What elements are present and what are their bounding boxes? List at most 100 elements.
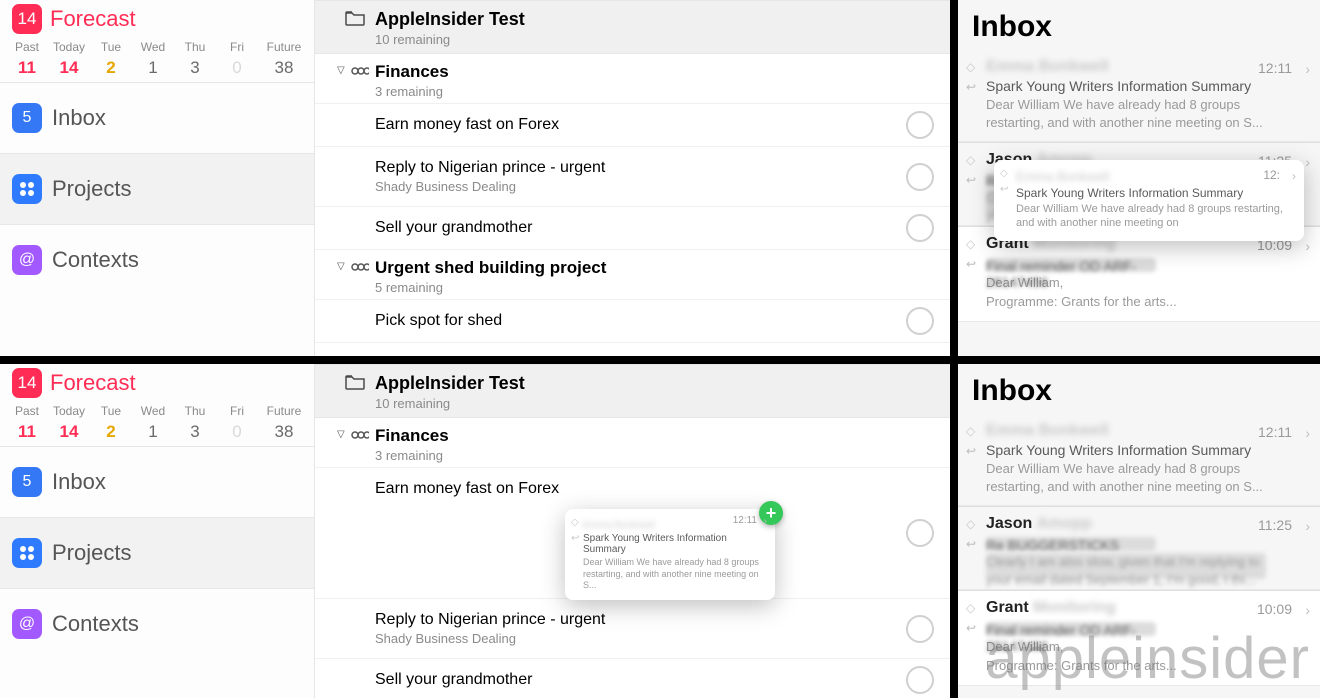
section-subtitle: 5 remaining	[375, 280, 938, 295]
mail-panel: Inbox ◇↩Emma Bonkwell12:11›Spark Young W…	[958, 0, 1320, 356]
section-subtitle: 3 remaining	[375, 84, 938, 99]
task-row[interactable]: Sell your grandmother	[315, 207, 950, 250]
task-title: Earn money fast on Forex	[375, 480, 894, 498]
mail-item[interactable]: ◇↩Grant Monitoring10:09›Final reminder O…	[958, 226, 1320, 321]
flag-icon: ◇	[966, 424, 975, 438]
nav-inbox[interactable]: 5 Inbox	[0, 446, 314, 517]
forecast-day-today[interactable]: Today14	[48, 404, 90, 442]
chevron-right-icon: ›	[1305, 602, 1310, 618]
mail-time: 10:09	[1257, 601, 1292, 617]
forecast-day-tue[interactable]: Tue2	[90, 40, 132, 78]
nav-inbox[interactable]: 5 Inbox	[0, 82, 314, 153]
nav-projects[interactable]: Projects	[0, 517, 314, 588]
forecast-day-past[interactable]: Past11	[6, 404, 48, 442]
contexts-icon: @	[12, 245, 42, 275]
day-count: 0	[216, 422, 258, 442]
drag-time: 12:11	[733, 515, 757, 526]
day-count: 3	[174, 422, 216, 442]
task-row[interactable]: Pick spot for shed	[315, 300, 950, 343]
mail-item[interactable]: ◇↩Jason Amopp11:25›Re BUGGERSTICKSClearl…	[958, 506, 1320, 590]
task-checkbox[interactable]	[906, 307, 934, 335]
day-count: 38	[258, 422, 310, 442]
panel-top-right: Inbox ◇↩Emma Bonkwell12:11›Spark Young W…	[958, 0, 1320, 356]
forecast-day-thu[interactable]: Thu3	[174, 40, 216, 78]
mail-item[interactable]: ◇↩Emma Bonkwell12:11›Spark Young Writers…	[958, 50, 1320, 142]
drop-preview-card[interactable]: + ◇ ↩ Emma Bonkwell 12:11 › Spark Young …	[565, 509, 775, 600]
day-count: 1	[132, 58, 174, 78]
drag-sender: Emma Bonkwell	[583, 520, 655, 531]
projects-icon	[12, 174, 42, 204]
reply-icon: ↩	[966, 80, 976, 94]
folder-icon	[345, 374, 365, 395]
drag-sender: Emma Bonkwell	[1016, 169, 1109, 184]
nav-forecast[interactable]: 14 Forecast	[0, 0, 314, 34]
forecast-day-fri[interactable]: Fri 0	[216, 404, 258, 442]
projects-icon	[12, 538, 42, 568]
mail-title: Inbox	[958, 364, 1320, 414]
chevron-down-icon: ▽	[337, 429, 345, 440]
folder-icon	[345, 10, 365, 31]
task-title: Pick spot for shed	[375, 312, 894, 330]
panel-bottom-right: Inbox ◇↩Emma Bonkwell12:11›Spark Young W…	[958, 364, 1320, 698]
forecast-day-wed[interactable]: Wed1	[132, 40, 174, 78]
day-count: 1	[132, 422, 174, 442]
task-checkbox[interactable]	[906, 111, 934, 139]
task-checkbox[interactable]	[906, 519, 934, 547]
mail-sender-redacted: Emma Bonkwell	[986, 422, 1109, 440]
forecast-day-wed[interactable]: Wed1	[132, 404, 174, 442]
nav-contexts[interactable]: @ Contexts	[0, 588, 314, 659]
task-list: AppleInsider Test 10 remaining ▽Finances…	[315, 364, 950, 698]
day-name: Fri	[216, 40, 258, 54]
day-name: Tue	[90, 40, 132, 54]
task-section-header[interactable]: ▽Finances3 remaining	[315, 418, 950, 468]
task-checkbox[interactable]	[906, 666, 934, 694]
reply-icon: ↩	[571, 533, 579, 544]
forecast-badge: 14	[12, 4, 42, 34]
omnifocus-sidebar: 14 Forecast Past11Today14Tue2Wed1Thu3Fri…	[0, 364, 315, 698]
mail-subject-redacted: Re BUGGERSTICKS	[986, 535, 1292, 551]
chevron-right-icon: ›	[1305, 425, 1310, 441]
task-checkbox[interactable]	[906, 163, 934, 191]
task-row[interactable]: Earn money fast on Forex	[315, 104, 950, 147]
nav-projects[interactable]: Projects	[0, 153, 314, 224]
contexts-label: Contexts	[52, 247, 139, 273]
project-group-header[interactable]: AppleInsider Test 10 remaining	[315, 0, 950, 54]
forecast-day-strip: Past11Today14Tue2Wed1Thu3Fri 0Future38	[0, 34, 314, 82]
mail-panel: Inbox ◇↩Emma Bonkwell12:11›Spark Young W…	[958, 364, 1320, 698]
day-name: Fri	[216, 404, 258, 418]
task-checkbox[interactable]	[906, 615, 934, 643]
task-section-header[interactable]: ▽Finances3 remaining	[315, 54, 950, 104]
task-row[interactable]: Reply to Nigerian prince - urgentShady B…	[315, 599, 950, 659]
mail-time: 11:25	[1258, 517, 1292, 533]
mail-time: 12:11	[1258, 60, 1292, 76]
forecast-day-strip: Past11Today14Tue2Wed1Thu3Fri 0Future38	[0, 398, 314, 446]
group-title: AppleInsider Test	[375, 9, 938, 30]
drag-preview-card[interactable]: ◇ ↩ Emma Bonkwell 12: › Spark Young Writ…	[994, 160, 1304, 241]
forecast-day-today[interactable]: Today14	[48, 40, 90, 78]
forecast-day-thu[interactable]: Thu3	[174, 404, 216, 442]
forecast-day-fri[interactable]: Fri 0	[216, 40, 258, 78]
reply-icon: ↩	[966, 173, 976, 187]
nav-forecast[interactable]: 14 Forecast	[0, 364, 314, 398]
task-section-header[interactable]: ▽Urgent shed building project5 remaining	[315, 250, 950, 300]
project-group-header[interactable]: AppleInsider Test 10 remaining	[315, 364, 950, 418]
forecast-day-tue[interactable]: Tue2	[90, 404, 132, 442]
contexts-icon: @	[12, 609, 42, 639]
day-name: Future	[258, 40, 310, 54]
parallel-icon	[351, 260, 369, 276]
chevron-right-icon: ›	[1305, 238, 1310, 254]
mail-preview: Dear William We have already had 8 group…	[986, 460, 1292, 495]
task-checkbox[interactable]	[906, 214, 934, 242]
mail-subject-redacted: Final reminder OD ARF-28147456	[986, 255, 1292, 271]
day-count: 0	[216, 58, 258, 78]
chevron-down-icon: ▽	[337, 261, 345, 272]
forecast-day-future[interactable]: Future38	[258, 40, 310, 78]
task-row[interactable]: Reply to Nigerian prince - urgentShady B…	[315, 147, 950, 207]
forecast-day-future[interactable]: Future38	[258, 404, 310, 442]
chevron-right-icon: ›	[1305, 61, 1310, 77]
mail-item[interactable]: ◇↩Emma Bonkwell12:11›Spark Young Writers…	[958, 414, 1320, 506]
forecast-day-past[interactable]: Past11	[6, 40, 48, 78]
task-row[interactable]: Sell your grandmother	[315, 659, 950, 698]
nav-contexts[interactable]: @ Contexts	[0, 224, 314, 295]
mail-item[interactable]: ◇↩Grant Monitoring10:09›Final reminder O…	[958, 590, 1320, 685]
